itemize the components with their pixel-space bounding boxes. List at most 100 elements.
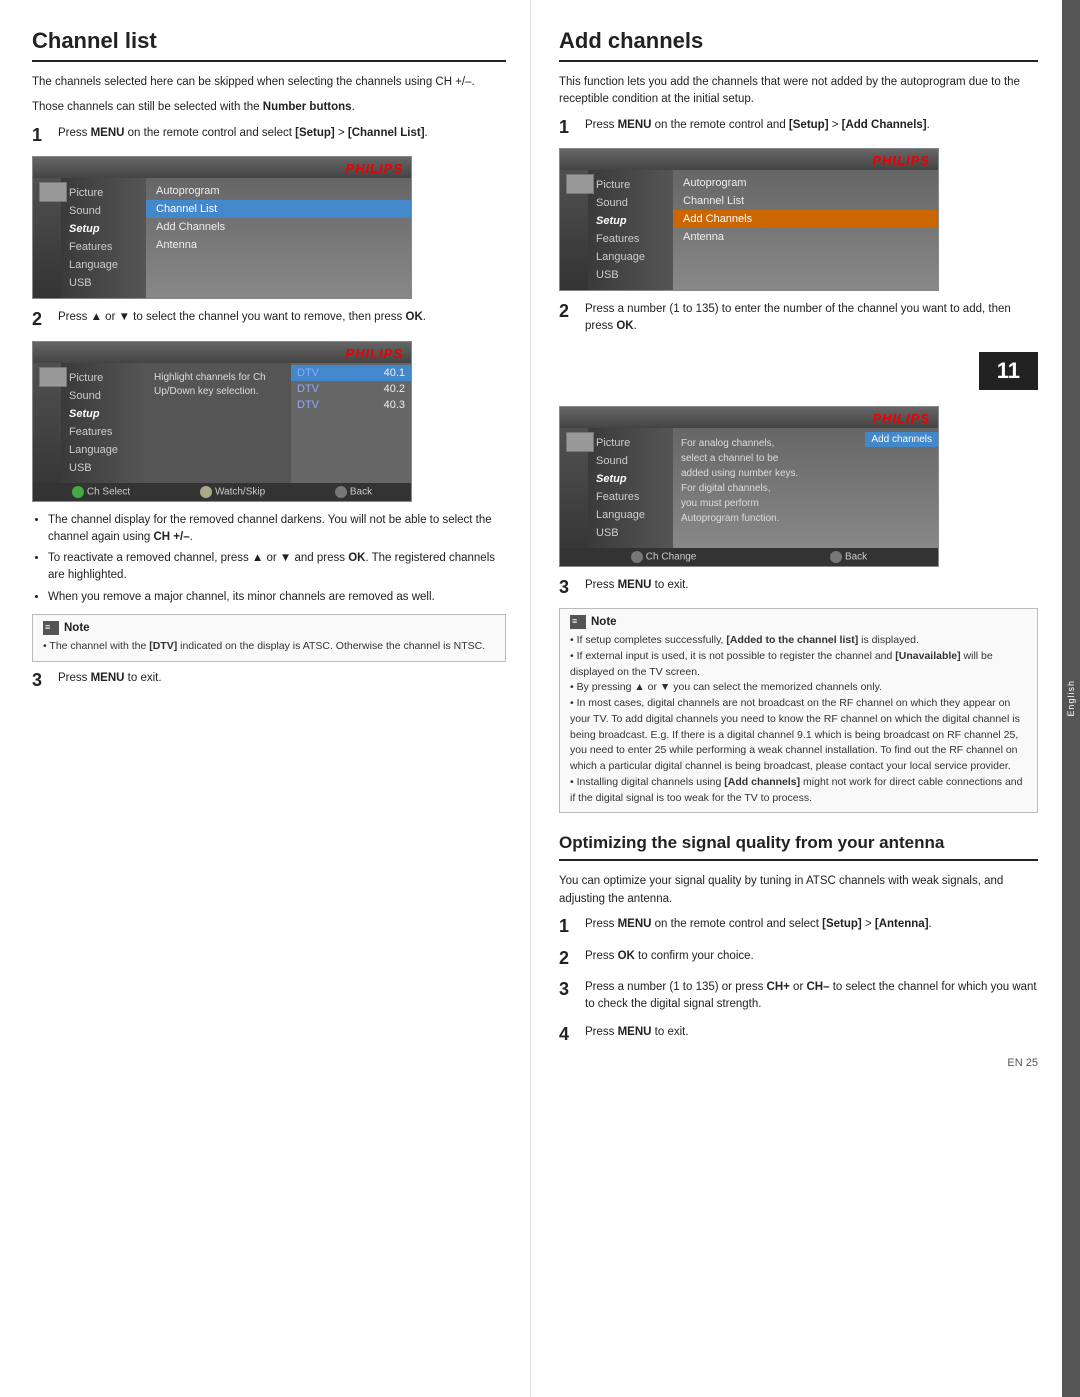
menu-right-autoprogram: Autoprogram: [146, 182, 411, 200]
step3-text: Press MENU to exit.: [58, 670, 506, 687]
opt-step1-num: 1: [559, 916, 579, 938]
back-icon-r2: [830, 551, 842, 563]
left-column: Channel list The channels selected here …: [0, 0, 531, 1397]
m2-left-usb: USB: [61, 459, 146, 477]
add-channels-label: Add channels: [865, 432, 938, 447]
philips-logo-r2: PHILIPS: [872, 411, 930, 426]
step1-block: 1 Press MENU on the remote control and s…: [32, 125, 506, 147]
tv-icon-r2: [566, 432, 594, 452]
tv-menu-right-2: PHILIPS Picture Sound Setup Features Lan…: [559, 406, 939, 567]
add-step2-block: 2 Press a number (1 to 135) to enter the…: [559, 301, 1038, 336]
bullet-list: The channel display for the removed chan…: [48, 512, 506, 606]
bullet-1: The channel display for the removed chan…: [48, 512, 506, 547]
dtv-item-1[interactable]: DTV 40.1: [291, 365, 411, 381]
channel-list-title: Channel list: [32, 28, 506, 62]
add-channels-intro: This function lets you add the channels …: [559, 74, 1038, 109]
add-step3-num: 3: [559, 577, 579, 599]
mr1-addchannels[interactable]: Add Channels: [673, 210, 938, 228]
add-step1-text: Press MENU on the remote control and [Se…: [585, 117, 1038, 134]
note-text-right: • If setup completes successfully, [Adde…: [570, 633, 1027, 806]
philips-logo-2: PHILIPS: [345, 346, 403, 361]
add-step2-num: 2: [559, 301, 579, 323]
mr2-left-setup: Setup: [588, 470, 673, 488]
step2-num: 2: [32, 309, 52, 331]
step1-num: 1: [32, 125, 52, 147]
note-icon-right: [570, 615, 586, 629]
menu-r2-left: Picture Sound Setup Features Language US…: [588, 428, 673, 548]
mr2-left-features: Features: [588, 488, 673, 506]
mr1-left-features: Features: [588, 230, 673, 248]
green-icon: [72, 486, 84, 498]
btn-watch-skip: Watch/Skip: [200, 486, 265, 498]
m2-left-sound: Sound: [61, 387, 146, 405]
opt-step1: 1 Press MENU on the remote control and s…: [559, 916, 1038, 938]
step3-num: 3: [32, 670, 52, 692]
channel-hint: Highlight channels for Ch Up/Down key se…: [146, 367, 291, 403]
menu2-mid: Highlight channels for Ch Up/Down key se…: [146, 363, 291, 483]
optimizing-intro: You can optimize your signal quality by …: [559, 873, 1038, 908]
bullet-3: When you remove a major channel, its min…: [48, 589, 506, 606]
menu2-bottom-bar: Ch Select Watch/Skip Back: [33, 483, 411, 501]
menu-left-language: Language: [61, 256, 146, 274]
step2-text: Press ▲ or ▼ to select the channel you w…: [58, 309, 506, 326]
note-label-right: Note: [591, 616, 617, 628]
mr1-antenna: Antenna: [673, 228, 938, 246]
menu-right-antenna: Antenna: [146, 236, 411, 254]
btn-back: Back: [335, 486, 372, 498]
note-icon-left: [43, 621, 59, 635]
step3-block: 3 Press MENU to exit.: [32, 670, 506, 692]
mr1-autoprogram: Autoprogram: [673, 174, 938, 192]
optimizing-section: Optimizing the signal quality from your …: [559, 833, 1038, 1071]
add-channels-title: Add channels: [559, 28, 1038, 62]
mr1-left-language: Language: [588, 248, 673, 266]
mr1-left-sound: Sound: [588, 194, 673, 212]
opt-step1-text: Press MENU on the remote control and sel…: [585, 916, 1038, 933]
menu-right-channellist[interactable]: Channel List: [146, 200, 411, 218]
step1-text: Press MENU on the remote control and sel…: [58, 125, 506, 142]
dtv-item-2[interactable]: DTV 40.2: [291, 381, 411, 397]
tv-icon-r1: [566, 174, 594, 194]
add-step1-num: 1: [559, 117, 579, 139]
ch-change-icon: [631, 551, 643, 563]
mr2-left-usb: USB: [588, 524, 673, 542]
bullet-2: To reactivate a removed channel, press ▲…: [48, 550, 506, 585]
menu-left-picture: Picture: [61, 184, 146, 202]
back-icon: [335, 486, 347, 498]
number-badge-container: 11: [559, 346, 1038, 398]
opt-step2-num: 2: [559, 948, 579, 970]
mr1-left-picture: Picture: [588, 176, 673, 194]
m2-left-picture: Picture: [61, 369, 146, 387]
note-box-right: Note • If setup completes successfully, …: [559, 608, 1038, 813]
btn-ch-select: Ch Select: [72, 486, 130, 498]
menu2-left: Picture Sound Setup Features Language US…: [61, 363, 146, 483]
menu-r2-bottom-bar: Ch Change Back: [560, 548, 938, 566]
yellow-icon: [200, 486, 212, 498]
mr1-left-usb: USB: [588, 266, 673, 284]
side-tab-text: English: [1066, 680, 1076, 717]
note-label-left: Note: [64, 622, 90, 634]
tv-icon-2: [39, 367, 67, 387]
m2-left-setup: Setup: [61, 405, 146, 423]
menu1-left: Picture Sound Setup Features Language US…: [61, 178, 146, 298]
dtv-item-3[interactable]: DTV 40.3: [291, 397, 411, 413]
opt-step3-text: Press a number (1 to 135) or press CH+ o…: [585, 979, 1038, 1014]
opt-step4-text: Press MENU to exit.: [585, 1024, 1038, 1041]
menu-left-features: Features: [61, 238, 146, 256]
opt-step3: 3 Press a number (1 to 135) or press CH+…: [559, 979, 1038, 1014]
tv-icon-1: [39, 182, 67, 202]
note-box-left: Note • The channel with the [DTV] indica…: [32, 614, 506, 662]
philips-logo-1: PHILIPS: [345, 161, 403, 176]
opt-step2: 2 Press OK to confirm your choice.: [559, 948, 1038, 970]
opt-step4: 4 Press MENU to exit.: [559, 1024, 1038, 1046]
tv-menu-1: PHILIPS Picture Sound Setup Features Lan…: [32, 156, 412, 299]
mr2-left-language: Language: [588, 506, 673, 524]
m2-left-features: Features: [61, 423, 146, 441]
menu-r2-right: Add channels For analog channels,select …: [673, 428, 938, 548]
mr1-channellist: Channel List: [673, 192, 938, 210]
add-step1-block: 1 Press MENU on the remote control and […: [559, 117, 1038, 139]
opt-step3-num: 3: [559, 979, 579, 1001]
menu-right-addchannels: Add Channels: [146, 218, 411, 236]
channel-list-intro-1: The channels selected here can be skippe…: [32, 74, 506, 91]
step2-block: 2 Press ▲ or ▼ to select the channel you…: [32, 309, 506, 331]
tv-menu-2: PHILIPS Picture Sound Setup Features Lan…: [32, 341, 412, 502]
